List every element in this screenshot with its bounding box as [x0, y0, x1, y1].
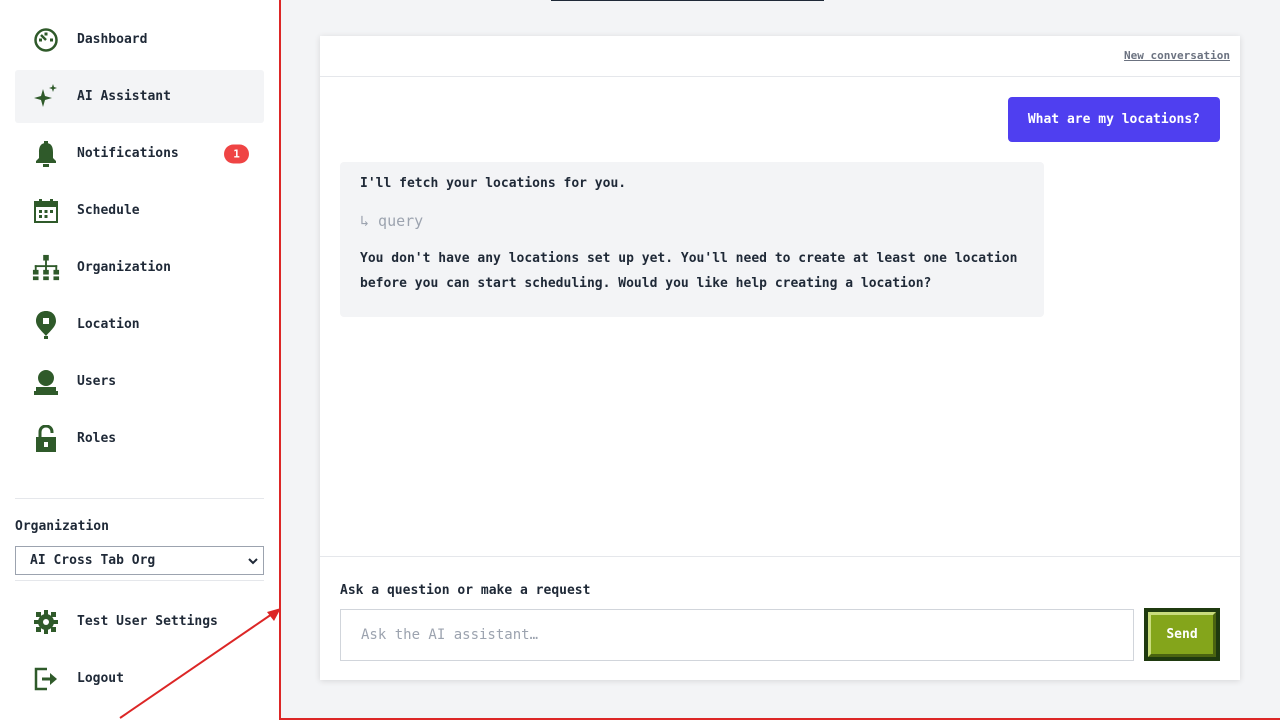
tool-call-label: ↳ query	[360, 212, 424, 230]
organization-select-value: AI Cross Tab Org	[30, 553, 156, 568]
sidebar-item-users[interactable]: Users	[15, 355, 264, 408]
send-button-label: Send	[1148, 612, 1216, 657]
sidebar-item-location[interactable]: Location	[15, 298, 264, 351]
sidebar-divider	[15, 580, 264, 581]
organization-label: Organization	[15, 519, 109, 534]
sidebar-item-label: Users	[77, 374, 117, 389]
location-pin-icon	[32, 310, 60, 339]
assistant-message: I'll fetch your locations for you. ↳ que…	[340, 162, 1044, 317]
clipped-link-underline	[551, 0, 824, 1]
sidebar-item-label: AI Assistant	[77, 89, 171, 104]
notification-count-badge: 1	[224, 144, 249, 163]
sidebar-item-label: Test User Settings	[77, 614, 218, 629]
user-message: What are my locations?	[1007, 97, 1220, 142]
assistant-intro-text: I'll fetch your locations for you.	[360, 176, 627, 191]
gear-icon	[32, 608, 60, 636]
sidebar: Dashboard AI Assistant Notifications 1 S…	[0, 0, 279, 720]
sidebar-item-label: Dashboard	[77, 32, 148, 47]
user-icon	[32, 368, 60, 396]
sparkle-icon	[32, 83, 60, 111]
chat-input[interactable]	[340, 609, 1134, 661]
chat-header: New conversation	[320, 36, 1240, 77]
sidebar-item-label: Location	[77, 317, 140, 332]
sidebar-item-label: Schedule	[77, 203, 140, 218]
sidebar-item-label: Notifications	[77, 146, 179, 161]
sidebar-item-label: Organization	[77, 260, 171, 275]
sidebar-nav: Dashboard AI Assistant Notifications 1 S…	[15, 13, 264, 469]
chevron-down-icon	[247, 555, 259, 571]
send-button[interactable]: Send	[1144, 608, 1220, 661]
sidebar-item-schedule[interactable]: Schedule	[15, 184, 264, 237]
assistant-response-text: You don't have any locations set up yet.…	[360, 251, 1018, 291]
chat-panel: New conversation What are my locations? …	[320, 36, 1240, 680]
composer: Ask a question or make a request Send	[320, 556, 1240, 680]
annotation-frame-left	[279, 0, 281, 720]
sidebar-item-organization[interactable]: Organization	[15, 241, 264, 294]
sidebar-item-label: Logout	[77, 671, 124, 686]
sidebar-item-dashboard[interactable]: Dashboard	[15, 13, 264, 66]
lock-icon	[32, 424, 60, 453]
dashboard-icon	[32, 26, 60, 54]
sidebar-item-user-settings[interactable]: Test User Settings	[15, 595, 264, 648]
sidebar-item-logout[interactable]: Logout	[15, 652, 264, 705]
organization-select[interactable]: AI Cross Tab Org	[15, 546, 264, 575]
sidebar-item-notifications[interactable]: Notifications 1	[15, 127, 264, 180]
sidebar-item-ai-assistant[interactable]: AI Assistant	[15, 70, 264, 123]
logout-icon	[32, 665, 60, 693]
new-conversation-link[interactable]: New conversation	[1124, 49, 1230, 62]
partially-hidden-nav-icon	[47, 487, 71, 493]
composer-label: Ask a question or make a request	[340, 583, 591, 598]
sidebar-item-roles[interactable]: Roles	[15, 412, 264, 465]
bell-icon	[32, 140, 60, 168]
sidebar-divider	[15, 498, 264, 499]
message-list: What are my locations? I'll fetch your l…	[320, 77, 1240, 557]
sidebar-item-label: Roles	[77, 431, 117, 446]
calendar-icon	[32, 197, 60, 225]
org-chart-icon	[32, 254, 60, 282]
sidebar-bottom-nav: Test User Settings Logout	[15, 595, 264, 709]
